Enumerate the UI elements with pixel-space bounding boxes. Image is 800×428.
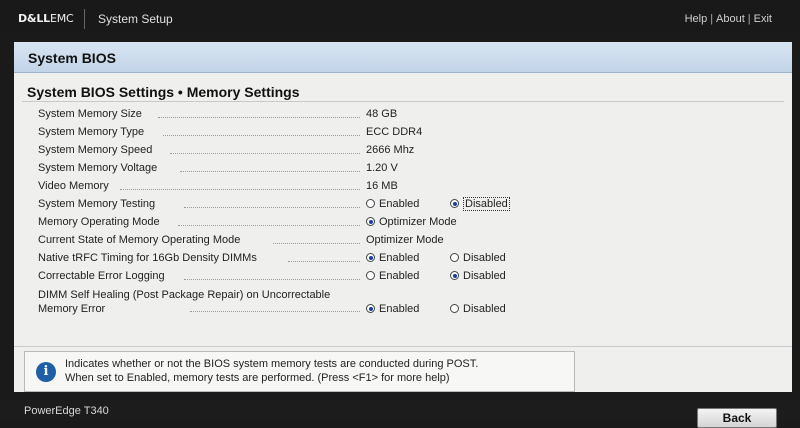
radio-option-disabled[interactable]: Disabled [450,270,506,282]
page-title: System BIOS [28,50,116,66]
radio-option-label: Enabled [379,198,420,210]
setting-row[interactable]: DIMM Self Healing (Post Package Repair) … [38,286,778,320]
radio-option-label: Enabled [379,252,420,264]
dot-leader [170,153,360,154]
radio-option-disabled[interactable]: Disabled [450,197,510,211]
setting-label-text: Memory Operating Mode [38,216,162,228]
radio-unselected-icon[interactable] [366,271,375,280]
dot-leader [190,311,360,312]
setting-value: 1.20 V [366,162,398,174]
setting-label: Correctable Error Logging [38,270,364,282]
dot-leader [273,243,360,244]
radio-option-label: Disabled [463,197,510,211]
setting-row: Current State of Memory Operating Mode Op… [38,232,778,250]
radio-option-enabled[interactable]: Enabled [366,303,419,315]
setting-label-text: Current State of Memory Operating Mode [38,234,243,246]
divider [14,346,792,347]
section-title: System BIOS Settings • Memory Settings [27,84,300,100]
main-panel: System BIOS System BIOS Settings • Memor… [14,42,792,392]
setting-row: System Memory Size 48 GB [38,106,778,124]
setting-label: Current State of Memory Operating Mode [38,234,364,246]
radio-option-optimizer-mode[interactable]: Optimizer Mode [366,216,457,228]
setting-label: Native tRFC Timing for 16Gb Density DIMM… [38,252,364,264]
top-bar: D&LLEMC System Setup Help | About | Exit [0,0,800,38]
back-button[interactable]: Back [697,408,777,428]
model-name: PowerEdge T340 [24,405,109,417]
dot-leader [163,135,360,136]
divider [84,9,85,29]
radio-selected-icon[interactable] [450,271,459,280]
radio-selected-icon[interactable] [366,304,375,313]
radio-option-disabled[interactable]: Disabled [450,303,506,315]
setting-label: Memory Operating Mode [38,216,364,228]
settings-list: System Memory Size 48 GB System Memory Typ… [38,106,778,320]
app-title: System Setup [98,12,173,26]
radio-selected-icon[interactable] [450,199,459,208]
setting-label-text: System Memory Size [38,108,144,120]
setting-label: System Memory Size [38,108,364,120]
setting-label: System Memory Voltage [38,162,364,174]
divider [22,101,784,102]
dot-leader [180,171,360,172]
dot-leader [184,279,360,280]
dot-leader [288,261,360,262]
setting-row: System Memory Speed 2666 Mhz [38,142,778,160]
setting-value: 48 GB [366,108,398,120]
radio-option-enabled[interactable]: Enabled [366,198,419,210]
radio-unselected-icon[interactable] [450,253,459,262]
help-line-2: When set to Enabled, memory tests are pe… [65,372,450,384]
radio-option-label: Enabled [379,303,420,315]
exit-link[interactable]: Exit [754,13,772,25]
setting-row[interactable]: Correctable Error Logging Enabled Disabled [38,268,778,286]
setting-label-text: Native tRFC Timing for 16Gb Density DIMM… [38,252,259,264]
setting-value: ECC DDR4 [366,126,423,138]
setting-value: 16 MB [366,180,398,192]
setting-row[interactable]: System Memory Testing Enabled Disabled [38,196,778,214]
help-link[interactable]: Help [685,13,708,25]
dot-leader [120,189,360,190]
radio-selected-icon[interactable] [366,253,375,262]
setting-label-text: Video Memory [38,180,111,192]
setting-value: 2666 Mhz [366,144,415,156]
radio-option-label: Disabled [463,270,506,282]
help-box: i Indicates whether or not the BIOS syst… [24,351,575,392]
dot-leader [178,225,360,226]
setting-row: Video Memory 16 MB [38,178,778,196]
about-link[interactable]: About [716,13,745,25]
radio-option-label: Enabled [379,270,420,282]
dot-leader [184,207,360,208]
setting-label-text: System Memory Type [38,126,147,138]
setting-label: Video Memory [38,180,364,192]
dot-leader [158,117,360,118]
radio-option-label: Disabled [463,252,506,264]
radio-option-label: Disabled [463,303,506,315]
setting-label: System Memory Speed [38,144,364,156]
radio-option-label: Optimizer Mode [379,216,457,228]
radio-unselected-icon[interactable] [450,304,459,313]
help-line-1: Indicates whether or not the BIOS system… [65,358,479,370]
setting-row: System Memory Voltage 1.20 V [38,160,778,178]
setting-label-text: Correctable Error Logging [38,270,167,282]
page-title-bar: System BIOS [14,42,792,73]
setting-label-text: System Memory Speed [38,144,155,156]
radio-option-enabled[interactable]: Enabled [366,270,419,282]
radio-selected-icon[interactable] [366,217,375,226]
radio-unselected-icon[interactable] [366,199,375,208]
footer-bar: PowerEdge T340 Back [0,400,800,428]
setting-row[interactable]: Native tRFC Timing for 16Gb Density DIMM… [38,250,778,268]
info-icon: i [36,362,56,382]
radio-option-disabled[interactable]: Disabled [450,252,506,264]
setting-label: System Memory Type [38,126,364,138]
setting-value: Optimizer Mode [366,234,444,246]
setting-row: System Memory Type ECC DDR4 [38,124,778,142]
help-text: Indicates whether or not the BIOS system… [65,357,478,385]
setting-label: System Memory Testing [38,198,364,210]
radio-option-enabled[interactable]: Enabled [366,252,419,264]
setting-label-text: System Memory Voltage [38,162,160,174]
setting-label-text: System Memory Testing [38,198,158,210]
setting-row[interactable]: Memory Operating Mode Optimizer Mode [38,214,778,232]
top-links: Help | About | Exit [684,13,772,25]
dell-emc-logo: D&LLEMC [18,12,74,25]
